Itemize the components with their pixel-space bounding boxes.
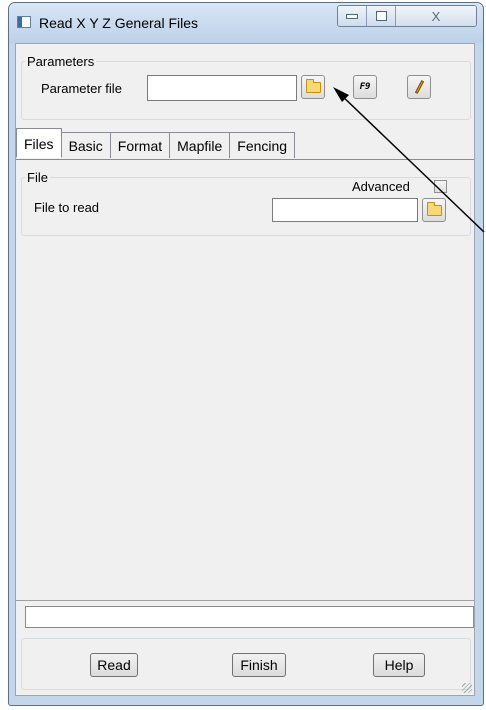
tab-mapfile[interactable]: Mapfile (169, 132, 231, 158)
status-bar (25, 606, 474, 628)
parameter-file-label: Parameter file (41, 81, 122, 96)
file-to-read-input[interactable] (272, 198, 418, 222)
maximize-button[interactable] (367, 6, 396, 26)
resize-grip-icon[interactable] (462, 683, 472, 693)
file-legend: File (27, 170, 48, 185)
f9-icon: F9 (359, 82, 371, 92)
tab-fencing[interactable]: Fencing (229, 132, 296, 158)
file-group: File Advanced File to read (21, 170, 471, 236)
window-controls: X (337, 5, 477, 27)
file-to-read-browse-button[interactable] (422, 198, 446, 222)
folder-icon (426, 201, 442, 216)
parameter-file-browse-button[interactable] (301, 75, 325, 99)
dialog-window: Read X Y Z General Files X Parameters Pa… (8, 2, 484, 706)
f9-button[interactable]: F9 (353, 75, 377, 99)
tab-files[interactable]: Files (16, 128, 62, 158)
advanced-label: Advanced (352, 179, 410, 194)
app-icon (17, 16, 31, 28)
parameter-file-input[interactable] (147, 75, 297, 101)
tab-format[interactable]: Format (109, 132, 171, 158)
file-to-read-label: File to read (34, 200, 100, 215)
tab-strip: Files Basic Format Mapfile Fencing (16, 128, 296, 160)
files-tab-panel: File Advanced File to read (16, 159, 474, 596)
help-button[interactable]: Help (373, 653, 425, 677)
window-title: Read X Y Z General Files (39, 15, 199, 31)
minimize-icon (346, 13, 358, 19)
pencil-icon (414, 80, 424, 94)
advanced-checkbox[interactable] (434, 180, 447, 193)
action-button-group: Read Finish Help (21, 638, 471, 690)
parameters-group: Parameters Parameter file F9 (21, 54, 471, 120)
status-separator (16, 600, 474, 601)
dialog-client-area: Parameters Parameter file F9 Files Basic… (15, 43, 475, 696)
read-button[interactable]: Read (90, 653, 138, 677)
parameters-legend: Parameters (27, 54, 95, 69)
close-button[interactable]: X (396, 6, 476, 26)
tab-basic[interactable]: Basic (60, 132, 111, 158)
maximize-icon (375, 11, 387, 21)
edit-button[interactable] (407, 75, 431, 99)
close-icon: X (431, 8, 441, 24)
folder-icon (305, 78, 321, 93)
finish-button[interactable]: Finish (232, 653, 286, 677)
title-bar[interactable]: Read X Y Z General Files X (9, 3, 483, 43)
minimize-button[interactable] (338, 6, 367, 26)
